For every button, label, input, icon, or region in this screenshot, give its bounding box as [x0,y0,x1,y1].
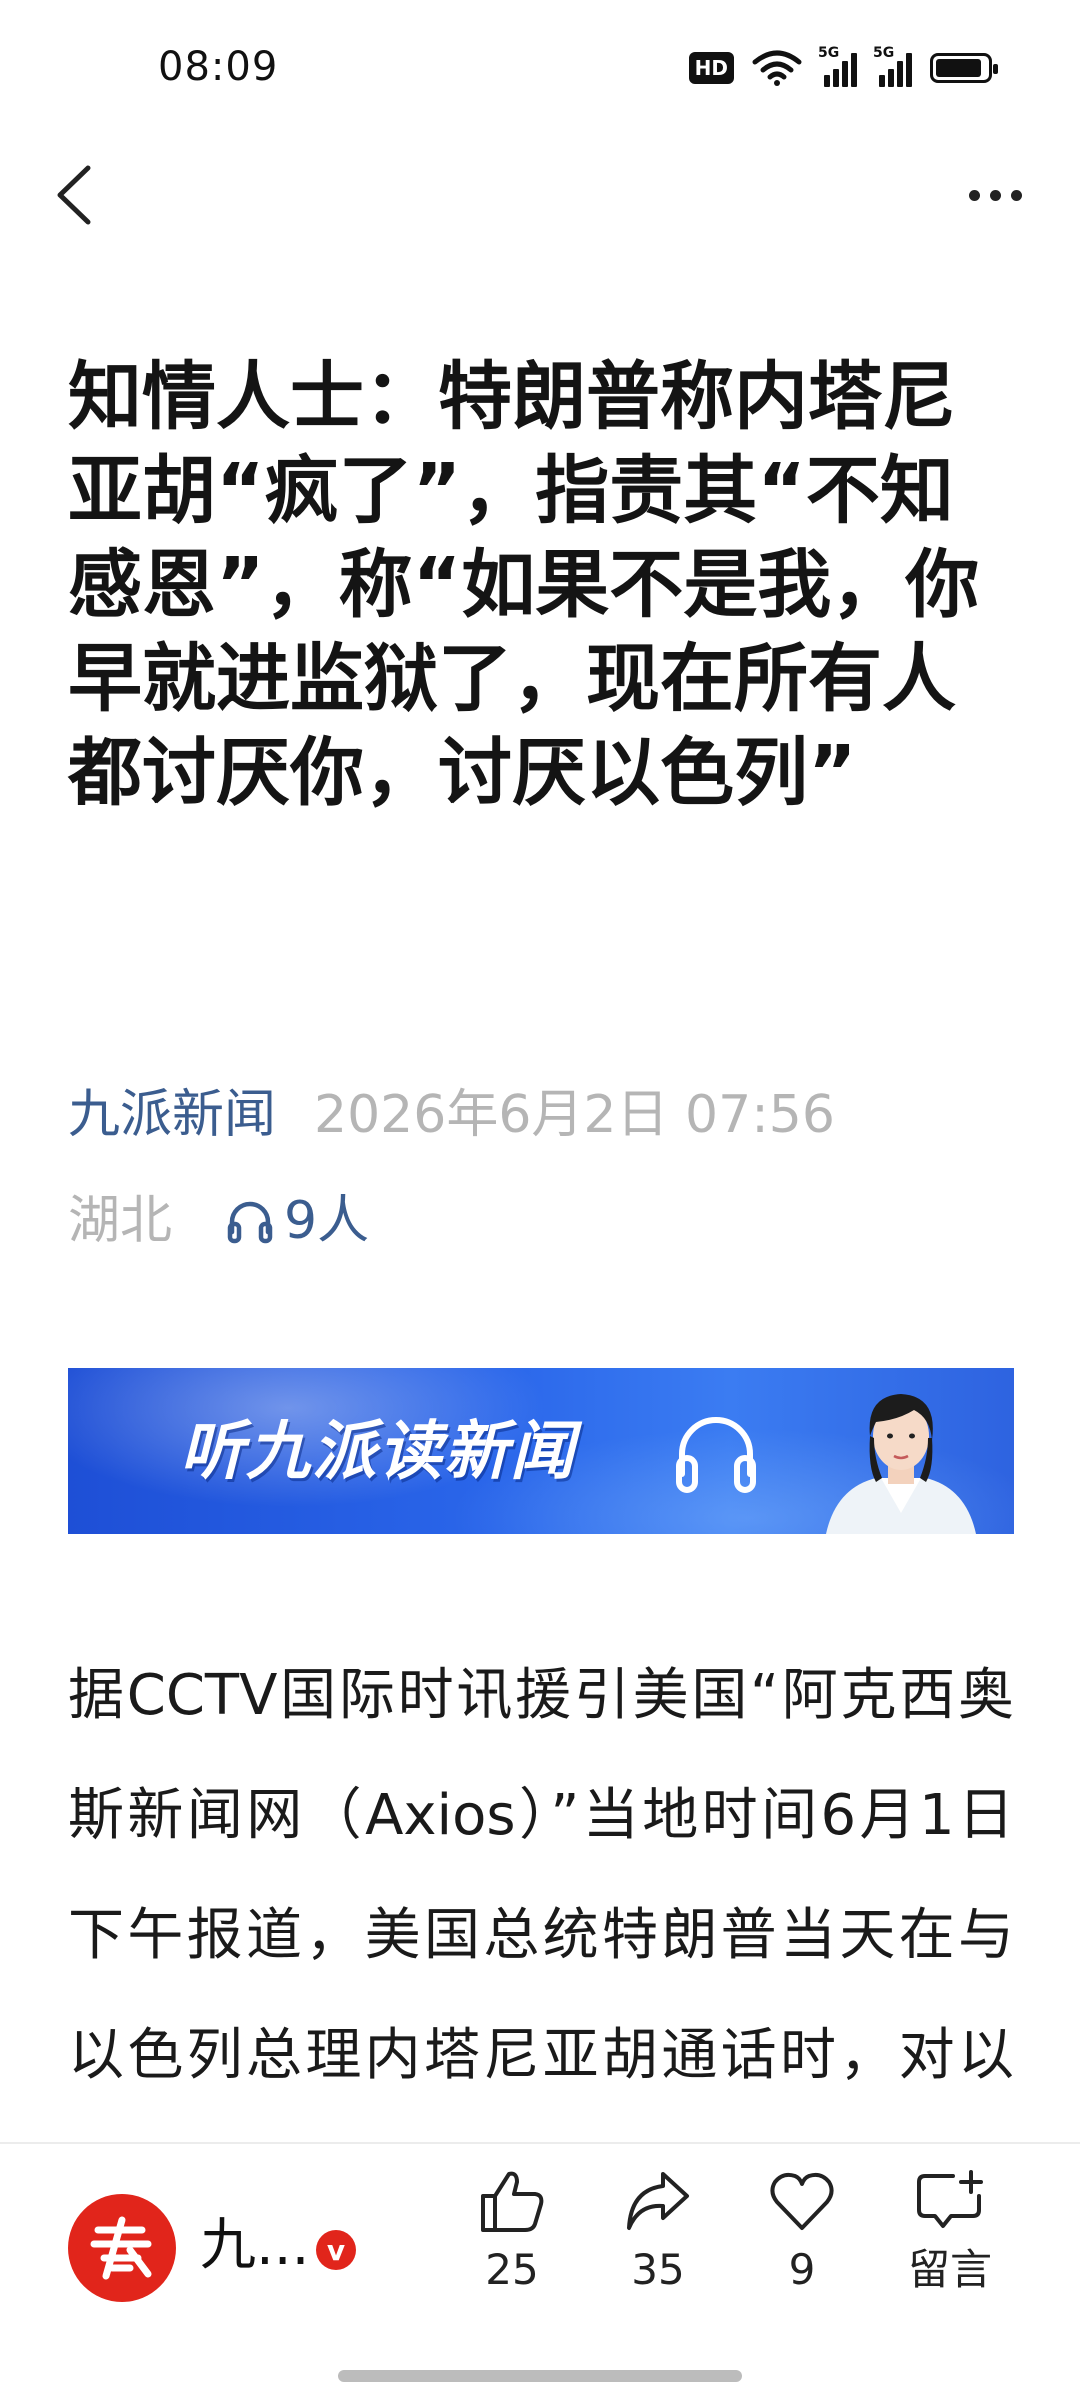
listen-count[interactable]: 9人 [226,1186,369,1256]
comment-button[interactable]: 留言 [890,2168,1010,2296]
verified-badge-icon: v [316,2230,356,2270]
headphone-icon [676,1417,756,1493]
status-time: 08:09 [158,44,279,90]
news-anchor-avatar [826,1394,976,1534]
article-meta: 九派新闻 2026年6月2日 07:56 [68,1080,835,1150]
location-label: 湖北 [68,1191,173,1251]
hd-voice-icon: HD [688,52,734,84]
more-horizontal-icon [968,189,980,201]
thumbs-up-icon [481,2171,544,2232]
status-bar: 08:09 HD 5G 5G [0,0,1080,140]
more-options-button[interactable] [950,170,1040,220]
article-title: 知情人士：特朗普称内塔尼亚胡“疯了”，指责其“不知感恩”，称“如果不是我，你早就… [68,354,980,816]
article-meta-secondary: 湖北 9人 [68,1186,369,1256]
home-indicator[interactable] [338,2370,742,2382]
listen-news-banner[interactable]: 听九派读新闻 [68,1368,1014,1534]
publisher-logo[interactable] [68,2194,176,2302]
favorite-button[interactable]: 9 [742,2168,862,2296]
like-button[interactable]: 25 [452,2168,572,2296]
source-link[interactable]: 九派新闻 [68,1085,276,1145]
jiupai-logo-icon [90,2216,152,2280]
share-arrow-icon [627,2172,689,2230]
bottom-action-bar: 九... v 25 35 9 留言 [0,2142,1080,2402]
share-button[interactable]: 35 [598,2168,718,2296]
listener-count: 9人 [284,1191,370,1251]
favorite-count: 9 [788,2245,816,2294]
publish-date: 2026年6月2日 07:56 [314,1085,835,1145]
signal-5g-icon: 5G [873,45,912,87]
comment-label: 留言 [907,2245,992,2294]
back-button[interactable] [44,160,104,230]
signal-5g-icon: 5G [818,45,857,87]
like-count: 25 [485,2245,539,2294]
status-icons: HD 5G 5G [688,45,998,88]
headphone-icon [227,1201,273,1244]
battery-icon [930,53,998,83]
banner-title: 听九派读新闻 [180,1415,576,1489]
publisher-name[interactable]: 九... [200,2206,309,2286]
heart-icon [770,2172,834,2230]
share-count: 35 [631,2245,685,2294]
wifi-icon [752,50,802,86]
comment-add-icon [917,2170,983,2228]
chevron-left-icon [57,165,91,225]
